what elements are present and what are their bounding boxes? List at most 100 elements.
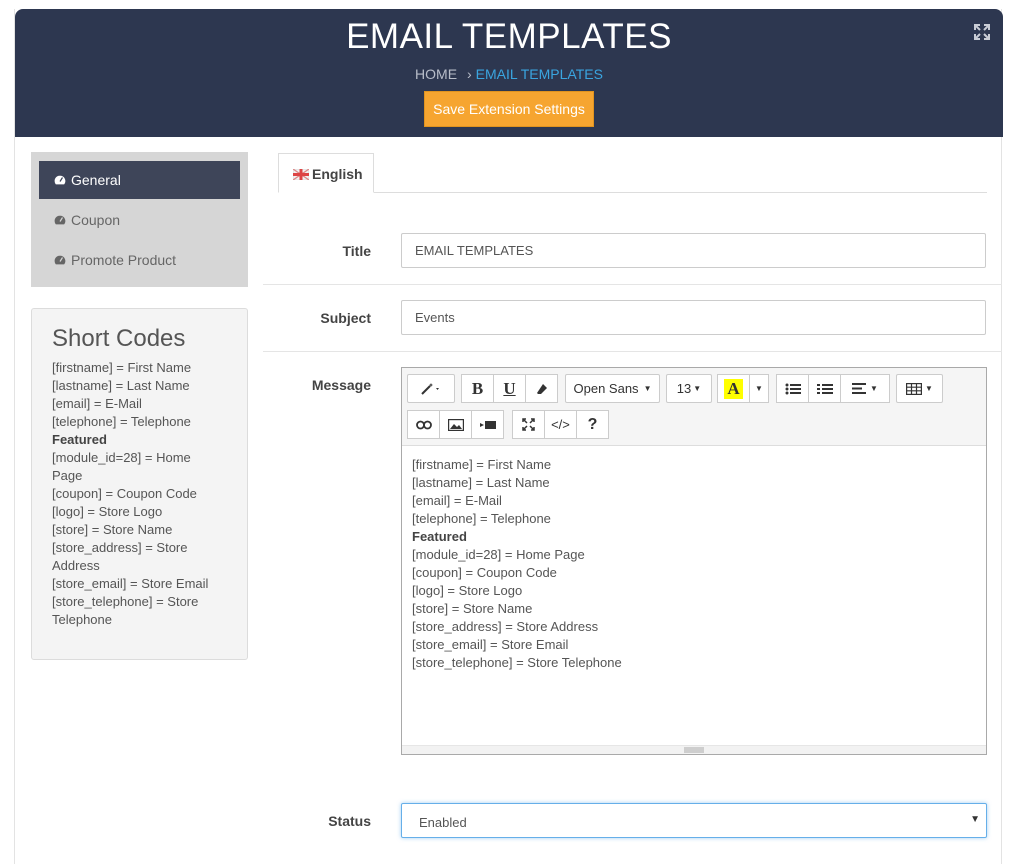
fullscreen-button[interactable] [512,410,545,439]
editor-line: [telephone] = Telephone [412,511,551,526]
expand-icon [522,418,535,431]
editor-line: [logo] = Store Logo [412,583,523,598]
short-code-line: [store_telephone] = Store [52,594,199,609]
subject-label: Subject [320,310,371,326]
sidebar-item-coupon[interactable]: Coupon [39,201,240,239]
breadcrumb-separator: › [466,66,472,82]
clear-format-button[interactable] [525,374,558,403]
subject-input[interactable] [401,300,986,335]
editor-content[interactable]: [firstname] = First Name [lastname] = La… [412,456,972,672]
video-icon [479,420,496,429]
insert-link-button[interactable] [407,410,440,439]
short-code-line: [lastname] = Last Name [52,378,190,393]
editor-toolbar: B U Open Sans ▼ 13 ▼ A ▼ ▼ ▼ </> ? [402,368,986,446]
short-code-line: Address [52,558,100,573]
editor-line: [store_email] = Store Email [412,637,569,652]
font-family-value: Open Sans [573,381,639,396]
editor-line: [firstname] = First Name [412,457,552,472]
save-extension-settings-button[interactable]: Save Extension Settings [424,91,594,127]
bold-icon: B [471,378,484,398]
caret-down-icon: ▼ [870,384,878,393]
magic-style-button[interactable] [407,374,455,403]
editor-line: [store_address] = Store Address [412,619,599,634]
message-editor: B U Open Sans ▼ 13 ▼ A ▼ ▼ ▼ </> ? [firs… [401,367,987,755]
short-codes-title: Short Codes [52,325,186,352]
color-letter-icon: A [724,378,743,399]
sidebar-item-label: Coupon [71,212,121,228]
language-tabs: English [278,153,987,193]
sidebar-item-general[interactable]: General [39,161,240,199]
editor-line: [coupon] = Coupon Code [412,565,557,580]
font-family-dropdown[interactable]: Open Sans ▼ [565,374,660,403]
unordered-list-button[interactable] [776,374,809,403]
bullet-list-icon [785,383,801,394]
breadcrumb: HOME › EMAIL TEMPLATES [15,66,1003,82]
dashboard-icon [53,254,67,266]
short-code-heading: Featured [52,432,107,447]
editor-resize-handle[interactable] [402,745,986,754]
help-icon: ? [587,415,598,433]
short-code-line: [logo] = Store Logo [52,504,163,519]
align-left-icon [852,383,867,394]
text-color-button[interactable]: A [717,374,750,403]
font-size-dropdown[interactable]: 13 ▼ [666,374,712,403]
paragraph-align-dropdown[interactable]: ▼ [840,374,890,403]
table-icon [906,382,923,395]
text-color-dropdown[interactable]: ▼ [749,374,769,403]
insert-image-button[interactable] [439,410,472,439]
short-code-line: [coupon] = Coupon Code [52,486,197,501]
breadcrumb-home[interactable]: HOME [415,66,457,82]
magic-wand-icon [421,382,439,395]
fullscreen-icon[interactable] [973,23,991,41]
underline-icon: U [503,378,516,398]
editor-line: Featured [412,529,467,544]
status-label: Status [328,813,371,829]
underline-button[interactable]: U [493,374,526,403]
tab-label: English [312,166,363,182]
grip-icon [684,747,704,753]
caret-down-icon: ▼ [643,384,652,393]
short-code-line: [telephone] = Telephone [52,414,191,429]
title-label: Title [342,243,371,259]
insert-video-button[interactable] [471,410,504,439]
status-value: Enabled [419,815,467,830]
editor-line: [store] = Store Name [412,601,533,616]
page-header: EMAIL TEMPLATES HOME › EMAIL TEMPLATES Sa… [15,9,1003,137]
short-code-line: [email] = E-Mail [52,396,142,411]
caret-down-icon: ▼ [755,384,763,393]
status-select[interactable]: Enabled ▼ [401,803,987,838]
caret-down-icon: ▼ [970,814,980,825]
short-code-line: [store] = Store Name [52,522,173,537]
editor-line: [module_id=28] = Home Page [412,547,585,562]
code-view-button[interactable]: </> [544,410,577,439]
message-label: Message [311,377,371,393]
eraser-icon [536,383,547,394]
table-dropdown[interactable]: ▼ [896,374,943,403]
short-code-line: Telephone [52,612,112,627]
font-size-value: 13 [676,381,692,396]
short-code-line: [module_id=28] = Home [52,450,191,465]
short-code-line: Page [52,468,83,483]
editor-line: [store_telephone] = Store Telephone [412,655,622,670]
short-codes-panel: Short Codes [firstname] = First Name [la… [31,308,248,660]
short-code-line: [firstname] = First Name [52,360,192,375]
caret-down-icon: ▼ [925,384,933,393]
editor-line: [lastname] = Last Name [412,475,550,490]
help-button[interactable]: ? [576,410,609,439]
image-icon [447,418,464,431]
divider [263,351,1002,352]
bold-button[interactable]: B [461,374,494,403]
short-code-line: [store_address] = Store [52,540,188,555]
sidebar-item-label: General [71,172,121,188]
sidebar-item-promote-product[interactable]: Promote Product [39,241,240,279]
ordered-list-button[interactable] [808,374,841,403]
short-code-line: [store_email] = Store Email [52,576,209,591]
link-icon [415,420,432,429]
numbered-list-icon [816,383,833,394]
tab-english[interactable]: English [278,153,374,193]
breadcrumb-current[interactable]: EMAIL TEMPLATES [476,66,603,82]
title-input[interactable] [401,233,986,268]
page-title: EMAIL TEMPLATES [346,17,672,56]
dashboard-icon [53,214,67,226]
page-frame: EMAIL TEMPLATES HOME › EMAIL TEMPLATES Sa… [14,9,1003,864]
